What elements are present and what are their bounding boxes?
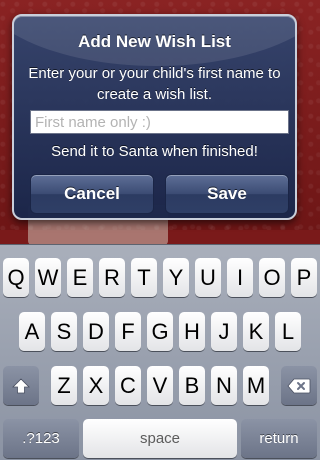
backspace-icon [287,378,311,394]
shift-key[interactable] [3,366,39,405]
key-r[interactable]: R [99,258,125,297]
key-z[interactable]: Z [51,366,77,405]
key-d[interactable]: D [83,312,109,351]
shift-arrow-icon [12,377,30,395]
key-m[interactable]: M [243,366,269,405]
key-g[interactable]: G [147,312,173,351]
space-key[interactable]: space [83,419,237,458]
key-e[interactable]: E [67,258,93,297]
key-y[interactable]: Y [163,258,189,297]
key-s[interactable]: S [51,312,77,351]
key-n[interactable]: N [211,366,237,405]
key-k[interactable]: K [243,312,269,351]
key-a[interactable]: A [19,312,45,351]
key-f[interactable]: F [115,312,141,351]
key-u[interactable]: U [195,258,221,297]
keyboard: Q W E R T Y U I O P A S D F G H J K L Z … [0,244,320,460]
save-button[interactable]: Save [165,174,289,214]
first-name-input[interactable] [30,110,289,134]
alert-message: Enter your or your child's first name to… [28,65,281,103]
add-wish-list-alert: Add New Wish List Enter your or your chi… [12,14,297,220]
numbers-key[interactable]: .?123 [3,419,79,458]
key-b[interactable]: B [179,366,205,405]
key-t[interactable]: T [131,258,157,297]
alert-note: Send it to Santa when finished! [51,143,258,160]
key-o[interactable]: O [259,258,285,297]
key-i[interactable]: I [227,258,253,297]
key-w[interactable]: W [35,258,61,297]
key-v[interactable]: V [147,366,173,405]
alert-title: Add New Wish List [78,32,231,51]
cancel-button[interactable]: Cancel [30,174,154,214]
return-key[interactable]: return [241,419,317,458]
key-l[interactable]: L [275,312,301,351]
key-c[interactable]: C [115,366,141,405]
key-j[interactable]: J [211,312,237,351]
key-x[interactable]: X [83,366,109,405]
key-p[interactable]: P [291,258,317,297]
key-h[interactable]: H [179,312,205,351]
delete-key[interactable] [281,366,317,405]
key-q[interactable]: Q [3,258,29,297]
